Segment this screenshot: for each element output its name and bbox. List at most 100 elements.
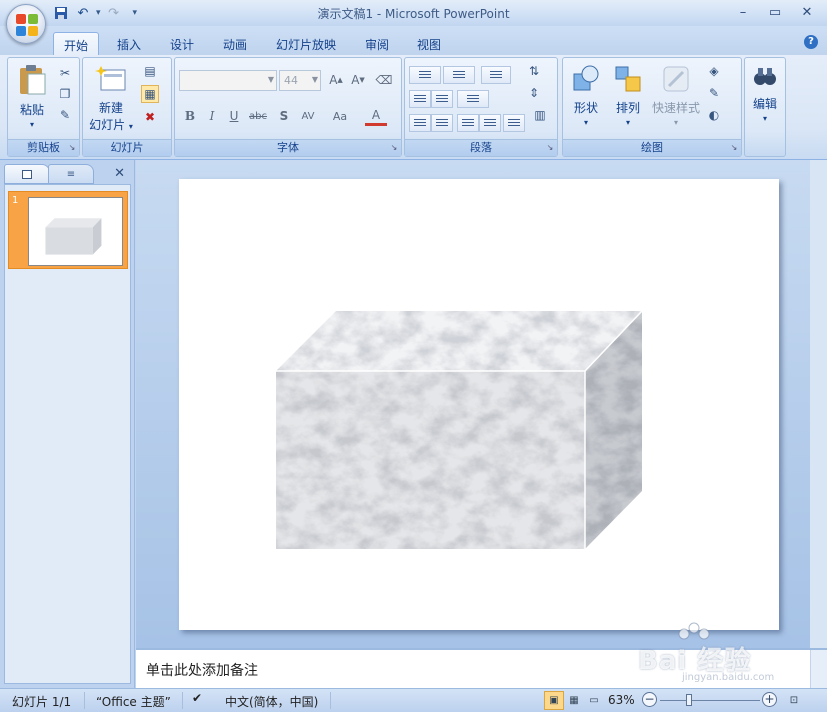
zoom-out-icon[interactable]: − (642, 692, 657, 707)
clear-formatting-icon[interactable]: ⌫ (373, 70, 395, 90)
columns-icon[interactable] (457, 90, 489, 108)
align-left-icon[interactable] (409, 114, 431, 132)
tab-slides[interactable] (4, 164, 50, 184)
slide-vertical-scrollbar[interactable] (810, 160, 827, 648)
change-case-icon[interactable]: Aa (329, 106, 351, 126)
drawing-launcher-icon[interactable]: ↘ (729, 143, 739, 153)
paste-dropdown-icon[interactable]: ▾ (14, 120, 50, 129)
character-spacing-icon[interactable]: AV (297, 106, 319, 126)
editing-button[interactable]: 编辑 ▾ (747, 64, 783, 123)
new-slide-icon (95, 66, 126, 91)
shape-button[interactable]: 形状 ▾ (567, 64, 605, 127)
tab-outline[interactable]: ≡ (48, 164, 94, 184)
quick-styles-icon (663, 66, 689, 92)
font-size-combo[interactable]: 44 ▼ (279, 70, 321, 91)
binoculars-icon (754, 68, 776, 85)
strikethrough-icon[interactable]: abc (247, 106, 269, 126)
italic-icon[interactable]: I (201, 106, 223, 126)
slide-thumbnail-preview (28, 197, 123, 266)
language[interactable]: 中文(简体，中国) (225, 693, 318, 710)
slides-pane: ≡ ✕ 1 (0, 160, 135, 688)
ribbon: 粘贴 ▾ ✂ ❐ ✎ 剪贴板 ↘ 新建 幻灯片 ▾ ▤ ▦ ✖ 幻灯片 ▼ 44… (0, 55, 827, 160)
paragraph-launcher-icon[interactable]: ↘ (545, 143, 555, 153)
window-title: 演示文稿1 - Microsoft PowerPoint (317, 7, 510, 21)
ribbon-tabs: 开始 插入 设计 动画 幻灯片放映 审阅 视图 (0, 26, 827, 56)
marble-cube-shape[interactable] (179, 179, 779, 630)
slide-sorter-icon[interactable]: ▦ (564, 691, 584, 710)
arrange-button[interactable]: 排列 ▾ (609, 64, 647, 127)
slide-canvas[interactable] (179, 179, 779, 630)
tab-design[interactable]: 设计 (160, 32, 204, 56)
reset-slide-icon[interactable]: ▦ (141, 85, 159, 103)
spell-check-icon[interactable]: ✔ (192, 691, 202, 705)
fit-to-window-icon[interactable]: ⊡ (784, 691, 804, 710)
theme-name[interactable]: “Office 主题” (96, 693, 171, 710)
quick-styles-button[interactable]: 快速样式 ▾ (649, 64, 703, 127)
tab-review[interactable]: 审阅 (355, 32, 399, 56)
office-button[interactable] (6, 4, 46, 44)
zoom-in-icon[interactable]: + (762, 692, 777, 707)
notes-pane[interactable]: 单击此处添加备注 (136, 648, 827, 690)
slides-list: 1 (4, 184, 131, 684)
justify-icon[interactable] (479, 114, 501, 132)
group-clipboard: 粘贴 ▾ ✂ ❐ ✎ 剪贴板 ↘ (7, 57, 80, 157)
slides-tab-icon (22, 169, 32, 179)
group-paragraph: ⇅ ⇕ ▥ 段落 ↘ (404, 57, 558, 157)
shadow-icon[interactable]: S (273, 106, 295, 126)
font-color-icon[interactable]: A (365, 106, 387, 126)
align-text-icon[interactable]: ⇕ (525, 84, 543, 102)
slide-editing-area (136, 160, 827, 648)
grow-font-icon[interactable]: A ▲ (325, 70, 347, 90)
bullets-icon[interactable] (409, 66, 441, 84)
bold-icon[interactable]: B (179, 106, 201, 126)
tab-home[interactable]: 开始 (53, 32, 100, 56)
cut-icon[interactable]: ✂ (56, 64, 74, 82)
zoom-slider-thumb[interactable] (686, 694, 693, 706)
slide-thumbnail[interactable]: 1 (8, 191, 128, 269)
minimize-button[interactable]: – (727, 2, 759, 22)
window-controls: – ▭ ✕ (727, 2, 823, 22)
new-slide-button[interactable]: 新建 幻灯片 ▾ (87, 64, 135, 133)
increase-indent-icon[interactable] (431, 90, 453, 108)
slideshow-view-icon[interactable]: ▭ (584, 691, 604, 710)
shape-effects-icon[interactable]: ◐ (705, 106, 723, 124)
distributed-icon[interactable] (503, 114, 525, 132)
close-button[interactable]: ✕ (791, 2, 823, 22)
paste-icon (20, 65, 46, 95)
font-name-combo[interactable]: ▼ (179, 70, 277, 91)
arrange-dropdown-icon: ▾ (625, 118, 630, 127)
tab-view[interactable]: 视图 (407, 32, 451, 56)
font-launcher-icon[interactable]: ↘ (389, 143, 399, 153)
text-direction-icon[interactable]: ⇅ (525, 62, 543, 80)
align-right-icon[interactable] (457, 114, 479, 132)
paste-button[interactable]: 粘贴 ▾ (14, 64, 50, 129)
clipboard-launcher-icon[interactable]: ↘ (67, 143, 77, 153)
shrink-font-icon[interactable]: A ▼ (347, 70, 369, 90)
group-slides-label: 幻灯片 (83, 139, 171, 156)
line-spacing-icon[interactable] (481, 66, 511, 84)
tab-animations[interactable]: 动画 (213, 32, 257, 56)
shape-fill-icon[interactable]: ◈ (705, 62, 723, 80)
new-slide-dropdown-icon[interactable]: ▾ (129, 122, 133, 131)
shape-outline-icon[interactable]: ✎ (705, 84, 723, 102)
restore-button[interactable]: ▭ (759, 2, 791, 22)
notes-scrollbar[interactable] (810, 650, 827, 690)
normal-view-icon[interactable]: ▣ (544, 691, 564, 710)
tab-slideshow[interactable]: 幻灯片放映 (266, 32, 346, 56)
smartart-icon[interactable]: ▥ (531, 106, 549, 124)
help-icon[interactable]: ? (804, 35, 818, 49)
quick-styles-dropdown-icon: ▾ (673, 118, 678, 127)
font-size-dropdown-icon: ▼ (311, 75, 318, 84)
decrease-indent-icon[interactable] (409, 90, 431, 108)
copy-icon[interactable]: ❐ (56, 85, 74, 103)
pane-close-icon[interactable]: ✕ (114, 166, 125, 181)
tab-insert[interactable]: 插入 (107, 32, 151, 56)
zoom-level[interactable]: 63% (608, 693, 635, 707)
numbering-icon[interactable] (443, 66, 475, 84)
underline-icon[interactable]: U (223, 106, 245, 126)
zoom-slider[interactable] (660, 700, 760, 701)
format-painter-icon[interactable]: ✎ (56, 106, 74, 124)
delete-slide-icon[interactable]: ✖ (141, 108, 159, 126)
layout-icon[interactable]: ▤ (141, 62, 159, 80)
align-center-icon[interactable] (431, 114, 453, 132)
